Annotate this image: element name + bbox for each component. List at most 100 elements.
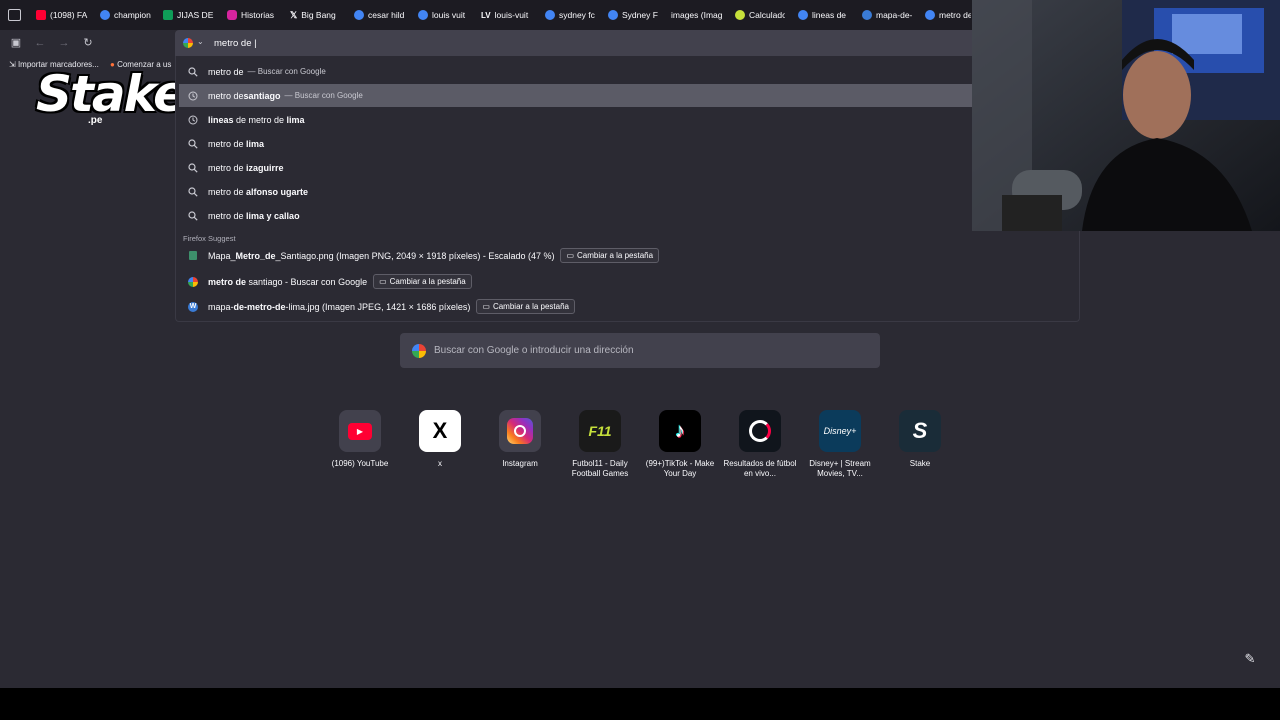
switch-tab-button[interactable]: ▭ Cambiar a la pestaña	[560, 248, 660, 263]
suggestion-text: metro de	[208, 138, 247, 149]
map-file-icon	[187, 250, 199, 262]
shortcut-x[interactable]: X x	[400, 410, 480, 469]
stake-icon: S	[899, 410, 941, 452]
newtab-search-box[interactable]: Buscar con Google o introducir una direc…	[400, 333, 880, 368]
shortcut-tiktok[interactable]: ♪ (99+)TikTok - Make Your Day	[640, 410, 720, 479]
tiktok-icon: ♪	[659, 410, 701, 452]
suggestion-row[interactable]: metro de lima y callao	[179, 204, 973, 227]
switch-tab-button[interactable]: ▭ Cambiar a la pestaña	[373, 274, 472, 289]
tab-label: louis-vuit	[494, 10, 529, 20]
suggestion-text: metro de	[208, 66, 244, 77]
url-input[interactable]: metro de |	[214, 38, 257, 49]
youtube-icon: ▶	[339, 410, 381, 452]
tab-label: sydney fc	[559, 10, 595, 20]
search-icon	[187, 186, 199, 198]
tab-favicon	[227, 10, 237, 20]
forward-icon[interactable]: →	[57, 36, 71, 50]
suggest-bold: metro de	[208, 276, 247, 287]
suggest-bold: de-metro-de	[233, 301, 286, 312]
tab-label: Sydney FC	[622, 10, 658, 20]
tab-10[interactable]: images (Imag	[671, 8, 723, 22]
shortcut-disney[interactable]: Disney+ Disney+ | Stream Movies, TV...	[800, 410, 880, 479]
firefox-suggest-heading: Firefox Suggest	[183, 234, 236, 243]
tab-1[interactable]: champion	[100, 8, 152, 22]
stake-logo-sub: .pe	[88, 115, 103, 126]
tab-favicon	[100, 10, 110, 20]
edit-pencil-icon[interactable]: ✎	[1241, 650, 1259, 668]
history-icon	[187, 114, 199, 126]
shortcut-label: (1096) YouTube	[331, 459, 389, 468]
suggest-bold: Metro_de	[235, 250, 276, 261]
reload-icon[interactable]: ↻	[81, 36, 95, 50]
tab-favicon	[608, 10, 618, 20]
suggestion-row[interactable]: metro de lima	[179, 132, 973, 155]
futbol11-icon: F11	[579, 410, 621, 452]
tab-favicon	[735, 10, 745, 20]
tab-label: (1098) FA	[50, 10, 88, 20]
stake-logo: Stake .pe	[36, 66, 187, 136]
suggestion-bold: lineas	[208, 114, 234, 125]
shortcut-label: x	[438, 459, 442, 468]
tab-14[interactable]: metro de	[925, 8, 971, 22]
tab-favicon	[925, 10, 935, 20]
tab-label: Historias	[241, 10, 275, 20]
shortcut-label: Resultados de fútbol en vivo...	[723, 459, 797, 478]
suggestion-row[interactable]: lineas de metro de lima	[179, 108, 973, 131]
suggest-row[interactable]: W mapa-de-metro-de -lima.jpg (Imagen JPEG…	[179, 295, 1069, 318]
suggest-row[interactable]: metro de santiago - Buscar con Google ▭ C…	[179, 270, 1069, 293]
tab-favicon	[545, 10, 555, 20]
tab-2[interactable]: JIJAS DE I	[163, 8, 215, 22]
search-icon	[187, 66, 199, 78]
tab-label: cesar hild	[368, 10, 404, 20]
shortcut-youtube[interactable]: ▶ (1096) YouTube	[320, 410, 400, 469]
suggest-text: Mapa_	[208, 250, 236, 261]
tab-label: metro de	[939, 10, 971, 20]
suggestion-row[interactable]: metro de alfonso ugarte	[179, 180, 973, 203]
sidebar-toggle-icon[interactable]: ▣	[9, 36, 23, 50]
switch-tab-label: Cambiar a la pestaña	[389, 277, 466, 286]
google-icon	[412, 343, 426, 358]
tab-list-icon[interactable]	[8, 9, 21, 21]
search-icon	[187, 210, 199, 222]
suggestion-row[interactable]: metro de izaguirre	[179, 156, 973, 179]
shortcut-stake[interactable]: S Stake	[880, 410, 960, 469]
suggestion-text: metro de	[208, 186, 247, 197]
back-icon[interactable]: ←	[33, 36, 47, 50]
tab-11[interactable]: Calculado	[735, 8, 785, 22]
url-bar[interactable]: ⌄ metro de |	[175, 30, 1080, 56]
tab-label: louis vuit	[432, 10, 466, 20]
switch-tab-button[interactable]: ▭ Cambiar a la pestaña	[476, 299, 575, 314]
tab-5[interactable]: cesar hild	[354, 8, 404, 22]
tab-6[interactable]: louis vuit	[418, 8, 468, 22]
tab-8[interactable]: sydney fc	[545, 8, 595, 22]
switch-tab-label: Cambiar a la pestaña	[577, 251, 654, 260]
tab-7[interactable]: LV louis-vuit	[481, 8, 531, 22]
suggest-text: mapa-	[208, 301, 234, 312]
tab-favicon	[36, 10, 46, 20]
import-icon: ⇲	[9, 60, 16, 69]
lv-icon: LV	[481, 10, 491, 20]
tab-3[interactable]: Historias	[227, 8, 279, 22]
tab-12[interactable]: lineas de	[798, 8, 848, 22]
tab-13[interactable]: mapa-de-	[862, 8, 912, 22]
suggestion-row-selected[interactable]: metro de santiago — Buscar con Google	[179, 84, 972, 107]
suggestion-hint: — Buscar con Google	[247, 67, 326, 76]
google-icon[interactable]	[183, 38, 193, 48]
shortcut-instagram[interactable]: Instagram	[480, 410, 560, 469]
suggest-text: _Santiago.png (Imagen PNG, 2049 × 1918 p…	[275, 250, 555, 261]
suggestion-row[interactable]: metro de — Buscar con Google	[179, 60, 973, 83]
shortcut-flashscore[interactable]: Resultados de fútbol en vivo...	[720, 410, 800, 479]
shortcut-futbol11[interactable]: F11 Futbol11 - Daily Football Games	[560, 410, 640, 479]
chevron-down-icon[interactable]: ⌄	[197, 37, 204, 46]
tab-label: lineas de	[812, 10, 847, 20]
tab-label: Calculado	[749, 10, 785, 20]
wordpress-icon: W	[188, 301, 198, 312]
tab-0[interactable]: (1098) FA	[36, 8, 88, 22]
suggestion-text: metro de	[208, 90, 244, 101]
suggest-row[interactable]: Mapa_ Metro_de _Santiago.png (Imagen PNG, …	[179, 244, 1069, 267]
tab-4[interactable]: 𝕏 Big Bang	[290, 8, 342, 22]
tab-9[interactable]: Sydney FC	[608, 8, 658, 22]
tab-label: JIJAS DE I	[177, 10, 215, 20]
shortcut-label: Instagram	[502, 459, 538, 468]
suggestion-text: metro de	[208, 162, 247, 173]
